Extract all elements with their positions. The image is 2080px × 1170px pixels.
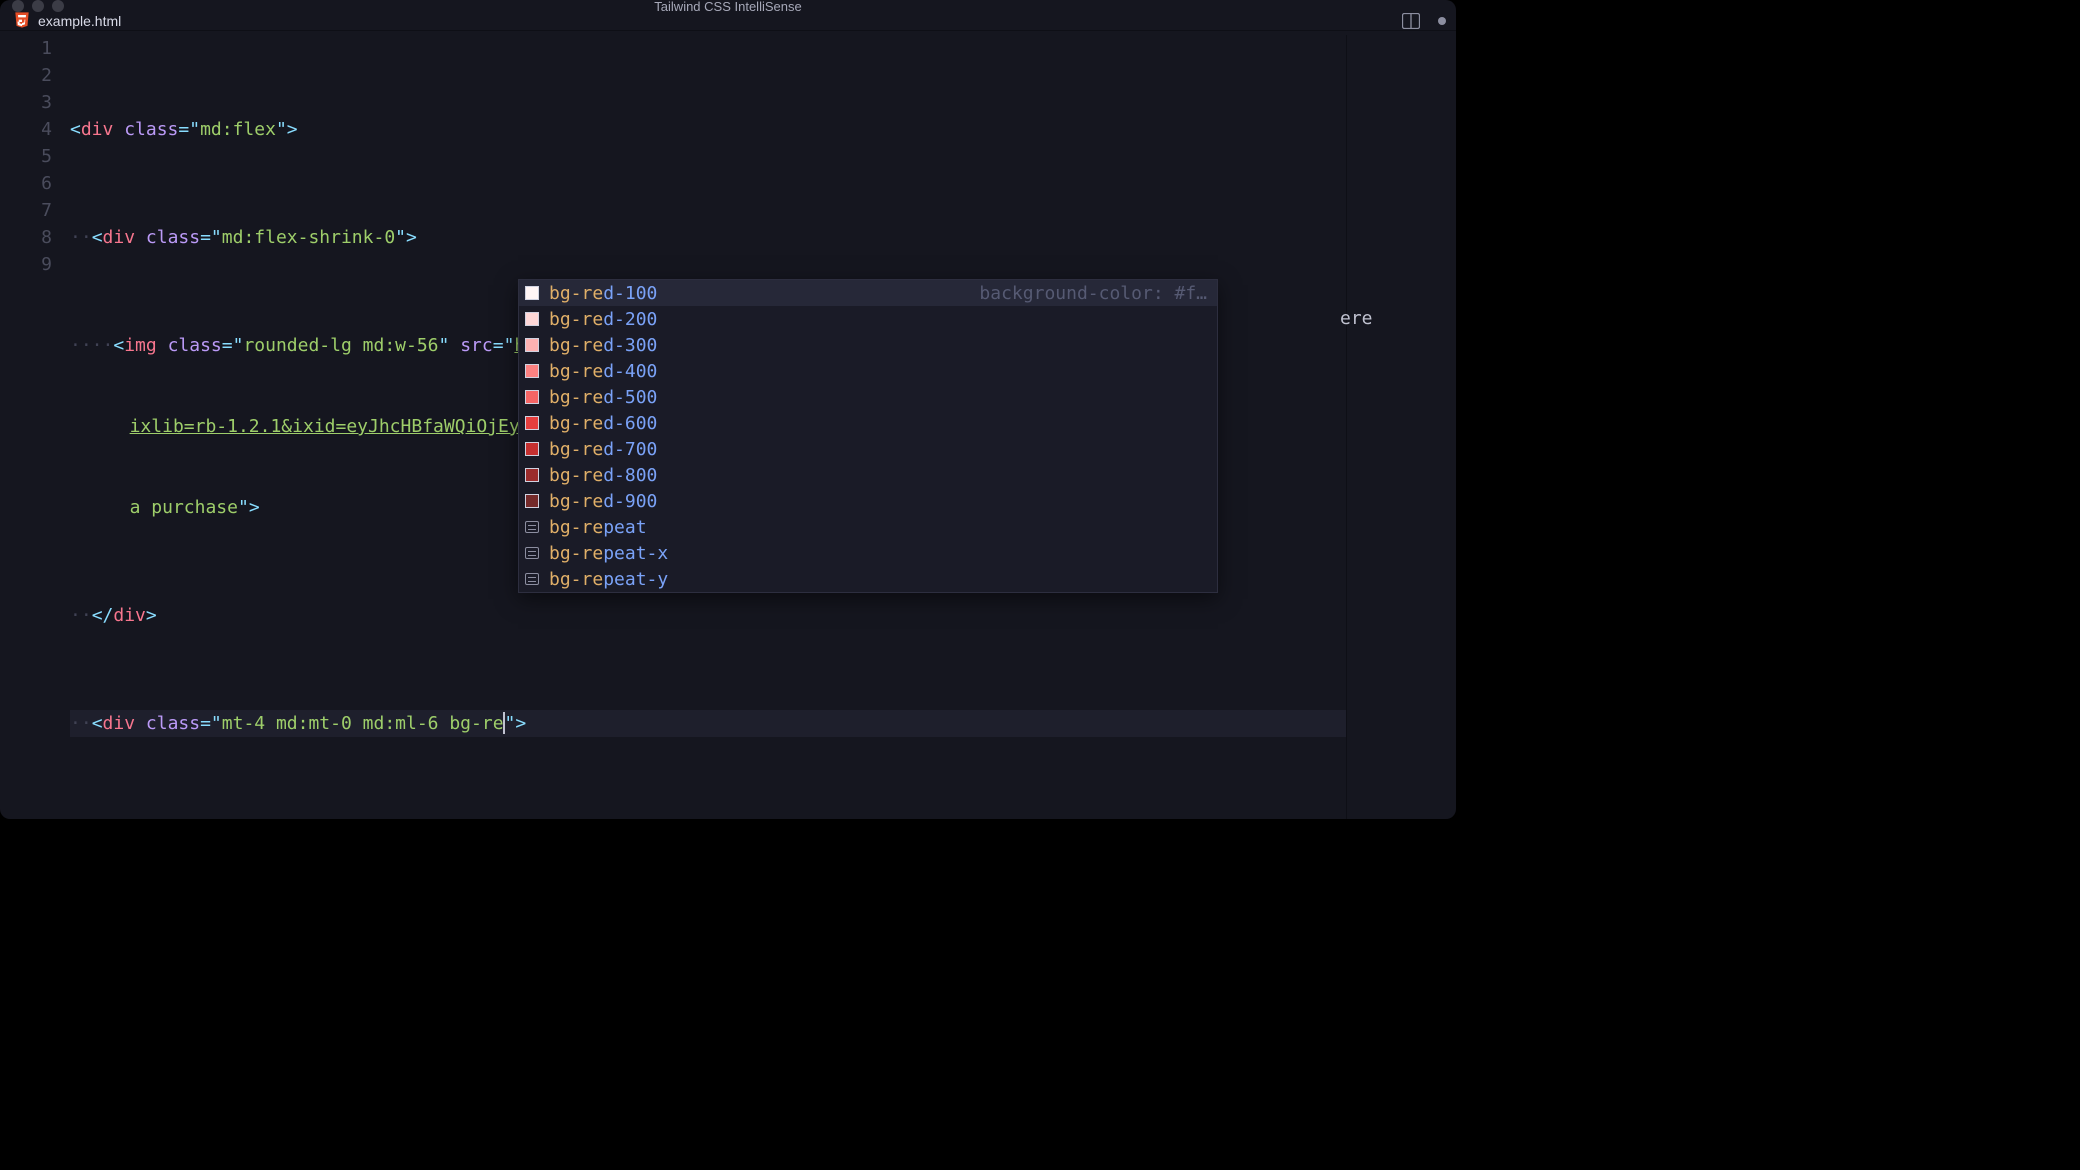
color-swatch-icon <box>525 286 539 300</box>
completion-item[interactable]: bg-repeat-x <box>519 540 1217 566</box>
code-line: ··<div class="md:flex-shrink-0"> <box>70 224 1346 251</box>
completion-item[interactable]: bg-red-900 <box>519 488 1217 514</box>
property-icon <box>525 573 539 585</box>
completion-item[interactable]: bg-red-400 <box>519 358 1217 384</box>
tab-bar: example.html <box>0 12 1456 31</box>
more-icon[interactable] <box>1438 17 1446 25</box>
color-swatch-icon <box>525 364 539 378</box>
minimap[interactable] <box>1346 35 1456 819</box>
completion-item[interactable]: bg-red-700 <box>519 436 1217 462</box>
completion-item[interactable]: bg-red-800 <box>519 462 1217 488</box>
tab-filename: example.html <box>38 13 121 29</box>
completion-label: bg-red-900 <box>549 488 657 515</box>
completion-label: bg-repeat-y <box>549 566 668 593</box>
completion-label: bg-red-400 <box>549 358 657 385</box>
autocomplete-popup[interactable]: bg-red-100 background-color: #f… bg-red-20… <box>518 279 1218 593</box>
completion-detail: background-color: #f… <box>979 280 1207 307</box>
completion-label: bg-red-200 <box>549 306 657 333</box>
completion-item[interactable]: bg-red-600 <box>519 410 1217 436</box>
code-editor[interactable]: 1 2 3 4 5 6 7 8 9 <div class="md:flex"> … <box>0 31 1456 819</box>
completion-item[interactable]: bg-red-100 background-color: #f… <box>519 280 1217 306</box>
html5-icon <box>14 12 30 30</box>
completion-label: bg-red-500 <box>549 384 657 411</box>
completion-item[interactable]: bg-red-200 <box>519 306 1217 332</box>
completion-label: bg-red-100 <box>549 280 657 307</box>
completion-label: bg-red-700 <box>549 436 657 463</box>
completion-item[interactable]: bg-repeat-y <box>519 566 1217 592</box>
line-number-gutter: 1 2 3 4 5 6 7 8 9 <box>0 35 70 819</box>
window-title: Tailwind CSS IntelliSense <box>0 0 1456 14</box>
color-swatch-icon <box>525 468 539 482</box>
completion-label: bg-red-300 <box>549 332 657 359</box>
property-icon <box>525 521 539 533</box>
code-line: ··</div> <box>70 602 1346 629</box>
color-swatch-icon <box>525 416 539 430</box>
completion-label: bg-red-800 <box>549 462 657 489</box>
color-swatch-icon <box>525 442 539 456</box>
property-icon <box>525 547 539 559</box>
completion-item[interactable]: bg-repeat <box>519 514 1217 540</box>
code-line: ····<div class="uppercase tracking-wide <box>70 818 1346 819</box>
completion-item[interactable]: bg-red-500 <box>519 384 1217 410</box>
split-editor-icon[interactable] <box>1402 13 1420 29</box>
title-bar: Tailwind CSS IntelliSense <box>0 0 1456 12</box>
code-line-current: ··<div class="mt-4 md:mt-0 md:ml-6 bg-re… <box>70 710 1346 737</box>
overflow-text: ere <box>1340 305 1373 332</box>
tabbar-actions <box>1402 13 1446 29</box>
completion-label: bg-red-600 <box>549 410 657 437</box>
color-swatch-icon <box>525 338 539 352</box>
color-swatch-icon <box>525 390 539 404</box>
completion-label: bg-repeat <box>549 514 647 541</box>
completion-item[interactable]: bg-red-300 <box>519 332 1217 358</box>
color-swatch-icon <box>525 494 539 508</box>
code-line: <div class="md:flex"> <box>70 116 1346 143</box>
color-swatch-icon <box>525 312 539 326</box>
completion-label: bg-repeat-x <box>549 540 668 567</box>
code-area[interactable]: <div class="md:flex"> ··<div class="md:f… <box>70 35 1346 819</box>
tab-example-html[interactable]: example.html <box>0 12 135 30</box>
editor-window: Tailwind CSS IntelliSense example.html 1… <box>0 0 1456 819</box>
